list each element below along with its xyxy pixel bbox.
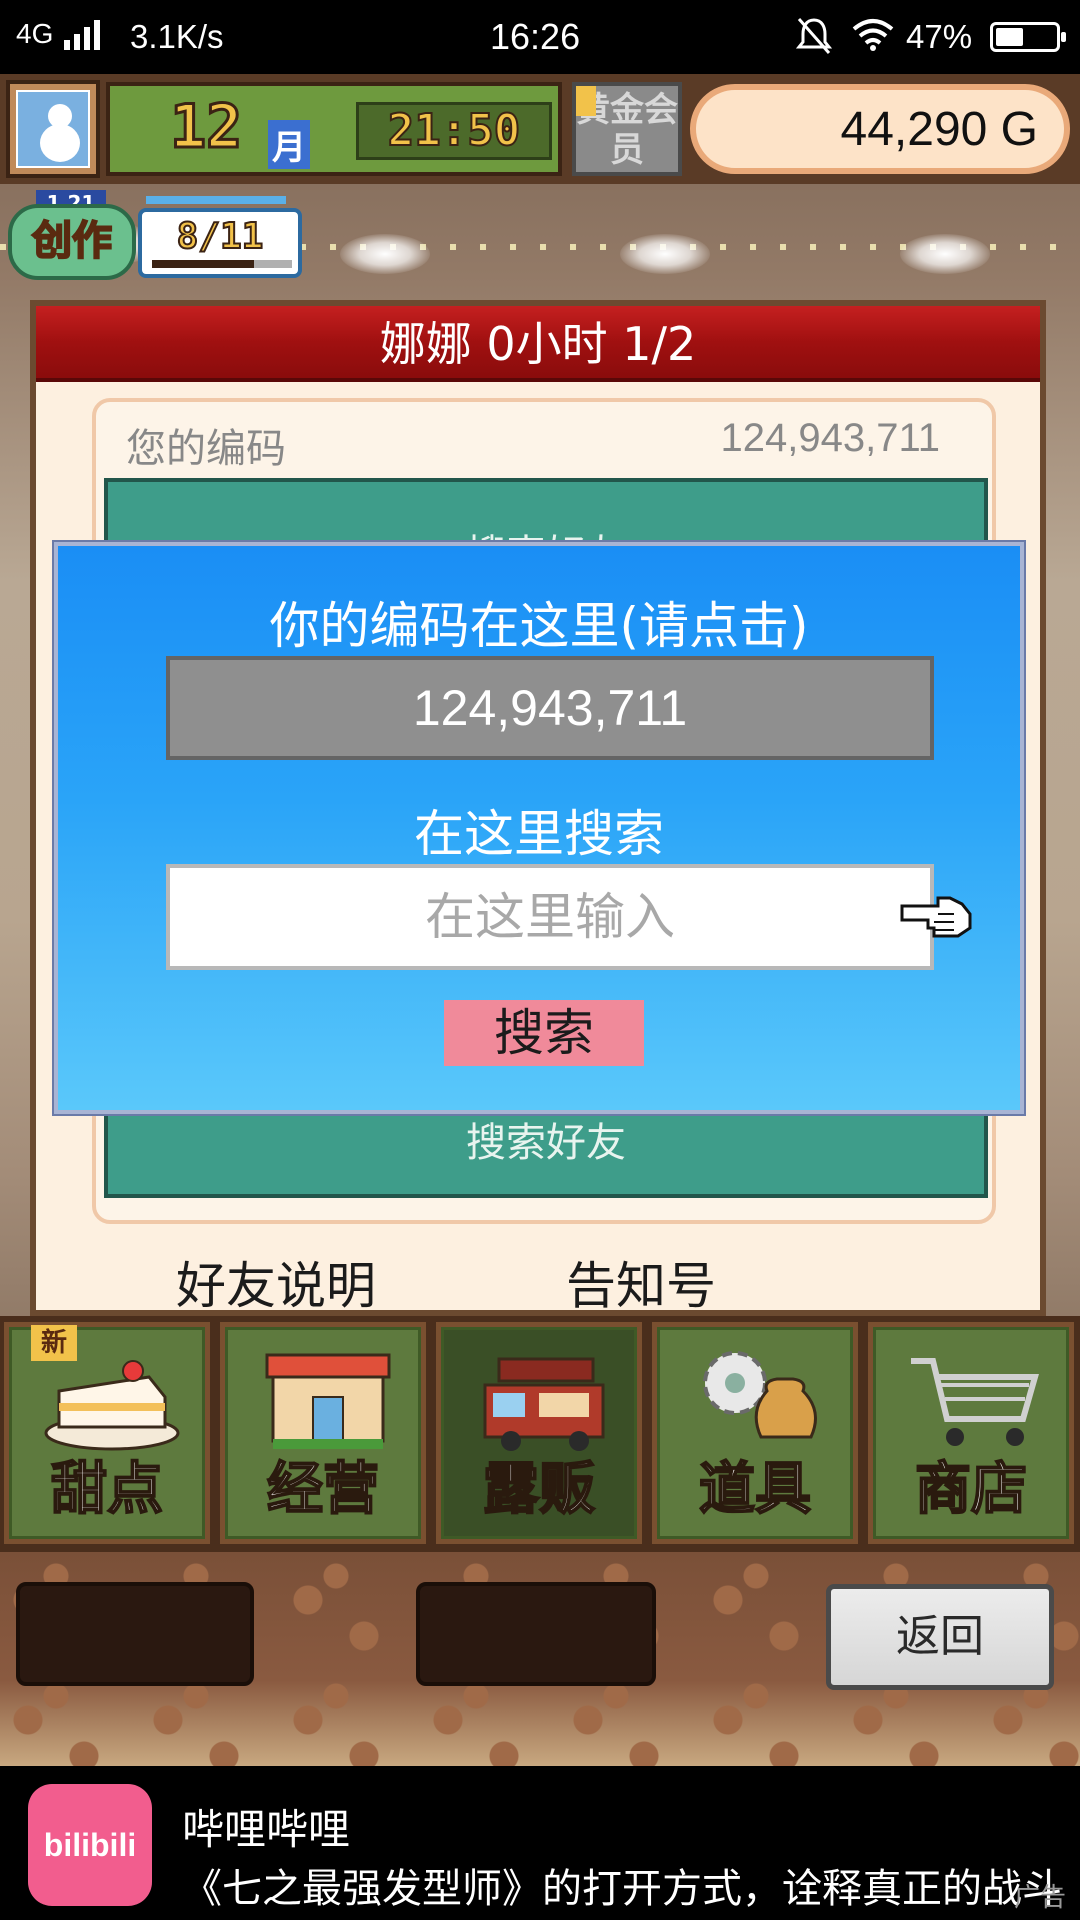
your-code-value: 124,943,711 xyxy=(720,416,940,460)
nav-label: 露贩 xyxy=(482,1456,596,1523)
bottom-toolbar: 返回 xyxy=(0,1552,1080,1766)
nav-label: 甜点 xyxy=(50,1456,164,1523)
your-code-label: 您的编码 xyxy=(126,426,286,472)
creation-progress[interactable]: 1 21 创作 8/11 xyxy=(8,190,302,286)
status-bar: 4G 3.1K/s 16:26 47% xyxy=(0,0,1080,74)
nav-item-management[interactable]: 经营 xyxy=(220,1322,426,1544)
ad-banner[interactable]: bilibili 哔哩哔哩 《七之最强发型师》的打开方式，诠释真正的战斗 广告 xyxy=(0,1766,1080,1920)
ad-app-name: 哔哩哔哩 xyxy=(182,1805,351,1854)
nav-label: 经营 xyxy=(266,1456,380,1523)
mute-bell-icon xyxy=(796,18,832,54)
pointing-hand-icon xyxy=(900,896,972,938)
empty-slot xyxy=(16,1582,254,1686)
creation-progress-text: 8/11 xyxy=(176,215,265,258)
top-hud: 12 月 21:50 黄金会员 44,290 G xyxy=(0,74,1080,184)
battery-icon xyxy=(990,22,1066,52)
month-number: 12 xyxy=(168,91,243,164)
creation-badge: 创作 xyxy=(8,204,136,280)
clock-time: 16:26 xyxy=(490,16,581,57)
ad-description: 《七之最强发型师》的打开方式，诠释真正的战斗 xyxy=(182,1866,1062,1912)
empty-slot xyxy=(416,1582,656,1686)
nav-item-items[interactable]: 道具 xyxy=(652,1322,858,1544)
shop-building-icon xyxy=(265,1353,391,1449)
search-friend-button[interactable]: 搜索好友 xyxy=(108,1110,984,1168)
food-truck-icon xyxy=(483,1357,605,1451)
date-display: 12 月 21:50 xyxy=(106,82,562,176)
search-input[interactable]: 在这里输入 xyxy=(166,864,934,970)
bilibili-app-icon: bilibili xyxy=(28,1784,152,1906)
game-clock: 21:50 xyxy=(356,102,552,160)
bottom-nav: 新 甜点 经营 露贩 道具 商店 xyxy=(0,1316,1080,1552)
battery-percent: 47% xyxy=(906,18,973,55)
nav-item-shop[interactable]: 商店 xyxy=(868,1322,1074,1544)
ad-label: 广告 xyxy=(1013,1883,1066,1913)
network-speed: 3.1K/s xyxy=(130,18,224,55)
panel-title: 娜娜 0小时 1/2 xyxy=(36,306,1040,382)
money-display: 44,290 G xyxy=(690,84,1070,174)
gear-and-bag-icon xyxy=(703,1351,817,1439)
player-avatar[interactable] xyxy=(6,80,100,178)
shopping-cart-icon xyxy=(911,1358,1039,1446)
search-dialog: 你的编码在这里(请点击) 124,943,711 在这里搜索 在这里输入 搜索 xyxy=(54,542,1024,1114)
nav-item-desserts[interactable]: 新 甜点 xyxy=(4,1322,210,1544)
search-button[interactable]: 搜索 xyxy=(444,1000,644,1066)
new-badge: 新 xyxy=(31,1325,77,1361)
dialog-title: 你的编码在这里(请点击) xyxy=(269,597,809,655)
your-code-box[interactable]: 124,943,711 xyxy=(166,656,934,760)
creation-progress-box: 8/11 xyxy=(138,208,302,278)
wifi-icon xyxy=(852,19,894,51)
gold-member-button[interactable]: 黄金会员 xyxy=(572,82,682,176)
creation-top-bar xyxy=(146,196,286,204)
nav-label: 商店 xyxy=(914,1456,1028,1523)
back-button[interactable]: 返回 xyxy=(826,1584,1054,1690)
friend-info-button[interactable]: 好友说明 xyxy=(176,1246,376,1318)
light-glow xyxy=(340,234,430,274)
light-glow xyxy=(620,234,710,274)
snowman-icon xyxy=(16,90,90,168)
light-glow xyxy=(900,234,990,274)
nav-item-stall[interactable]: 露贩 xyxy=(436,1322,642,1544)
nav-label: 道具 xyxy=(698,1456,812,1523)
notice-button[interactable]: 告知号 xyxy=(566,1246,716,1318)
creation-progress-bar xyxy=(152,260,292,268)
month-unit: 月 xyxy=(268,120,310,169)
search-label: 在这里搜索 xyxy=(414,805,664,863)
network-type: 4G xyxy=(16,18,54,49)
member-tag xyxy=(576,86,596,116)
signal-icon xyxy=(64,20,100,50)
